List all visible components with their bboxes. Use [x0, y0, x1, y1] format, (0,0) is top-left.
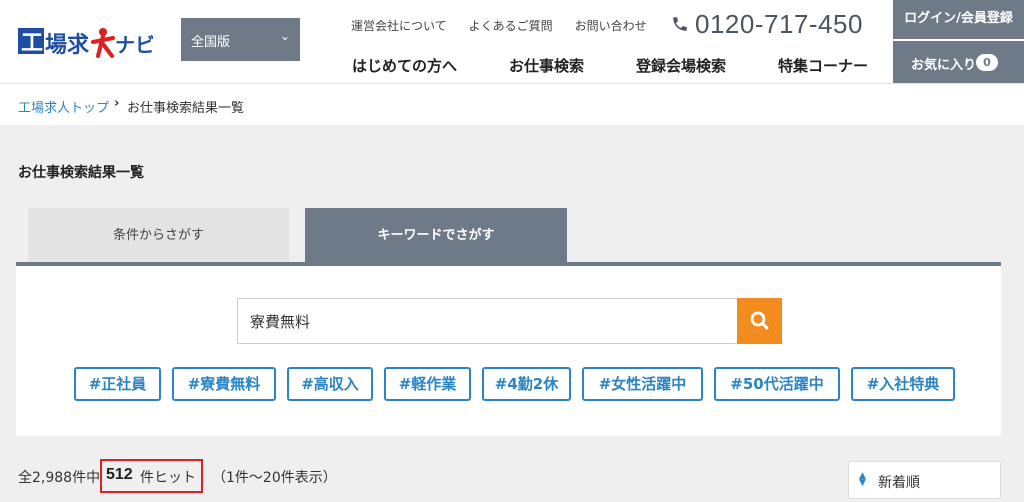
link-faq[interactable]: よくあるご質問 — [469, 17, 553, 34]
tab-condition-search[interactable]: 条件からさがす — [28, 208, 289, 263]
region-select-label: 全国版 — [191, 35, 231, 50]
nav-item-beginners[interactable]: はじめての方へ — [352, 55, 457, 76]
sort-select[interactable]: ▲ ▼ 新着順 — [848, 461, 1001, 499]
link-contact[interactable]: お問い合わせ — [575, 17, 647, 34]
nav-item-job-search[interactable]: お仕事検索 — [509, 55, 584, 76]
tag-free-dorm[interactable]: #寮費無料 — [172, 367, 276, 401]
breadcrumb-home-link[interactable]: 工場求人トップ — [18, 97, 109, 116]
breadcrumb-separator: › — [114, 96, 120, 111]
svg-text:工: 工 — [21, 31, 43, 56]
phone-contact[interactable]: 0120-717-450 — [671, 6, 863, 42]
tag-light-work[interactable]: #軽作業 — [384, 367, 471, 401]
hit-count: 512 — [106, 466, 133, 483]
keyword-search-input[interactable] — [237, 298, 737, 344]
search-panel — [16, 266, 1001, 436]
svg-text:場求: 場求 — [45, 33, 89, 58]
login-register-button[interactable]: ログイン/会員登録 — [893, 0, 1024, 40]
nav-item-features[interactable]: 特集コーナー — [778, 55, 868, 76]
tag-50s-active[interactable]: #50代活躍中 — [714, 367, 840, 401]
tag-high-income[interactable]: #高収入 — [287, 367, 373, 401]
link-company[interactable]: 運営会社について — [351, 17, 447, 34]
favorites-label: お気に入り — [911, 58, 977, 73]
tag-women-active[interactable]: #女性活躍中 — [582, 367, 703, 401]
breadcrumb: 工場求人トップ › お仕事検索結果一覧 — [0, 83, 1024, 125]
utility-links: 運営会社について よくあるご質問 お問い合わせ — [351, 17, 669, 34]
tag-4on-2off[interactable]: #4勤2休 — [482, 367, 571, 401]
site-logo[interactable]: 工 場求 ナビ — [18, 22, 155, 62]
result-range: （1件〜20件表示） — [212, 470, 337, 486]
page-title: お仕事検索結果一覧 — [18, 165, 144, 181]
search-icon — [750, 311, 769, 330]
breadcrumb-current: お仕事検索結果一覧 — [127, 101, 245, 116]
tab-keyword-search[interactable]: キーワードでさがす — [305, 208, 567, 263]
tag-joining-bonus[interactable]: #入社特典 — [851, 367, 955, 401]
search-button[interactable] — [737, 298, 782, 344]
favorites-button[interactable]: お気に入り 0 — [893, 41, 1024, 83]
tag-full-time[interactable]: #正社員 — [74, 367, 161, 401]
phone-icon — [673, 17, 687, 31]
sort-icon: ▲ ▼ — [859, 471, 866, 488]
logo-graphic: 工 場求 ナビ — [18, 28, 155, 58]
result-total: 全2,988件中 — [18, 470, 101, 486]
hit-label: 件ヒット — [140, 470, 196, 486]
favorites-count-badge: 0 — [976, 54, 998, 71]
sort-select-label: 新着順 — [878, 475, 920, 491]
svg-text:ナビ: ナビ — [115, 33, 153, 57]
chevron-down-icon: ⌄ — [279, 29, 290, 43]
site-header: 工 場求 ナビ 全国版 ⌄ 運営会社について よくあるご質問 お問い合わせ 01… — [0, 0, 1024, 83]
region-select[interactable]: 全国版 ⌄ — [181, 18, 300, 61]
phone-number: 0120-717-450 — [695, 8, 863, 39]
nav-item-venue-search[interactable]: 登録会場検索 — [636, 55, 726, 76]
